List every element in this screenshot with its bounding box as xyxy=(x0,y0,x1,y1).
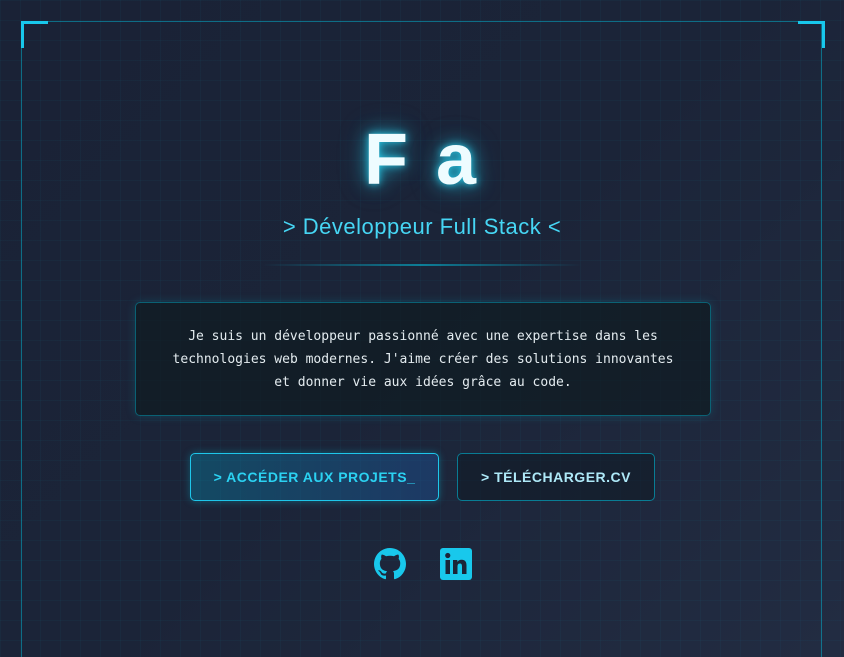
hero-subtitle: > Développeur Full Stack < xyxy=(282,214,562,239)
github-icon-graphic xyxy=(374,548,406,580)
bio-box: Je suis un développeur passionné avec un… xyxy=(135,302,711,416)
download-cv-button[interactable]: > TÉLÉCHARGER.CV xyxy=(457,453,655,501)
linkedin-icon-graphic xyxy=(440,548,472,580)
hero-name: F a xyxy=(363,120,481,200)
frame-corner-top-right xyxy=(798,21,825,48)
projects-button[interactable]: > ACCÉDER AUX PROJETS_ xyxy=(190,453,439,501)
github-icon[interactable] xyxy=(374,548,406,580)
frame-corner-top-left xyxy=(21,21,48,48)
divider xyxy=(262,264,582,266)
bio-text: Je suis un développeur passionné avec un… xyxy=(172,329,674,390)
linkedin-icon[interactable] xyxy=(440,548,472,580)
